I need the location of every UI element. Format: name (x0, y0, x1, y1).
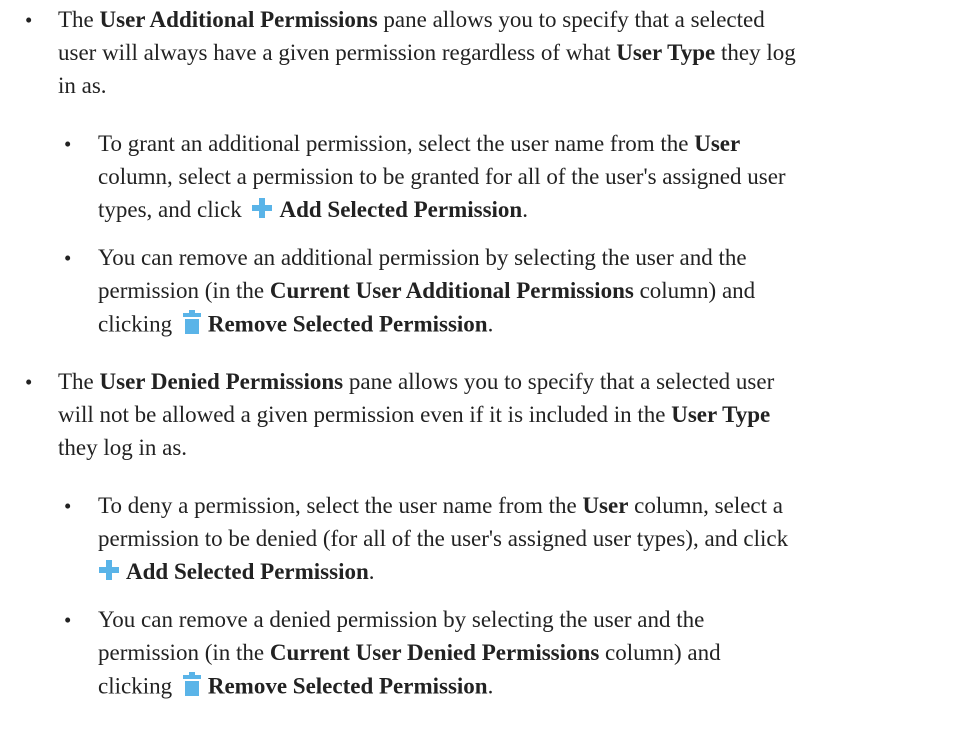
text-line: column, select a permission to be grante… (98, 165, 786, 188)
action-add-selected-permission: Add Selected Permission (126, 559, 369, 584)
text-line: types, and click Add Selected Permission… (98, 197, 528, 225)
text-line: clicking Remove Selected Permission. (98, 672, 494, 702)
text: column, select a (628, 493, 783, 518)
text: user will always have a given permission… (58, 40, 617, 65)
action-add-selected-permission: Add Selected Permission (279, 197, 523, 222)
text: they log (715, 40, 796, 65)
text: in as. (58, 73, 107, 98)
plus-icon (251, 197, 273, 223)
text: clicking (98, 673, 178, 699)
term-user: User (694, 131, 741, 156)
bullet: • (64, 246, 72, 270)
term-user-denied-permissions: User Denied Permissions (99, 369, 344, 394)
term-user-additional-permissions: User Additional Permissions (99, 7, 378, 32)
text: . (368, 559, 375, 584)
text: column, select a permission to be grante… (98, 164, 786, 189)
text-line: will not be allowed a given permission e… (58, 403, 770, 426)
bullet: • (64, 608, 72, 632)
text-line: they log in as. (58, 436, 187, 459)
term-current-user-denied-permissions: Current User Denied Permissions (269, 640, 600, 665)
term-current-user-additional-permissions: Current User Additional Permissions (269, 278, 634, 303)
text: You can remove an additional permission … (98, 245, 747, 270)
text: types, and click (98, 197, 248, 222)
text-line: To deny a permission, select the user na… (98, 494, 783, 517)
text-line: in as. (58, 74, 107, 97)
text: will not be allowed a given permission e… (58, 402, 672, 427)
text: permission (in the (98, 640, 270, 665)
text: To deny a permission, select the user na… (98, 493, 583, 518)
text-line: Add Selected Permission. (98, 559, 375, 587)
bullet: • (64, 132, 72, 156)
action-remove-selected-permission: Remove Selected Permission (207, 673, 488, 699)
text-line: To grant an additional permission, selec… (98, 132, 740, 155)
text: . (522, 197, 528, 222)
plus-icon (98, 559, 120, 585)
text-line: user will always have a given permission… (58, 41, 796, 64)
text-line: You can remove an additional permission … (98, 246, 747, 269)
text-line: permission to be denied (for all of the … (98, 527, 788, 550)
text: pane allows you to specify that a select… (343, 369, 775, 394)
bullet: • (25, 370, 33, 394)
text: . (487, 311, 494, 337)
text-line: You can remove a denied permission by se… (98, 608, 704, 631)
document: • The User Additional Permissions pane a… (0, 0, 979, 734)
text-line: The User Denied Permissions pane allows … (58, 370, 774, 393)
text: pane allows you to specify that a select… (377, 7, 765, 32)
text: column) and (599, 640, 721, 665)
text-line: clicking Remove Selected Permission. (98, 310, 494, 340)
text: The (58, 7, 100, 32)
text: permission (in the (98, 278, 270, 303)
bullet: • (25, 8, 33, 32)
text-line: permission (in the Current User Denied P… (98, 641, 721, 664)
action-remove-selected-permission: Remove Selected Permission (207, 311, 488, 337)
bullet: • (64, 494, 72, 518)
text: The (58, 369, 100, 394)
trash-icon (182, 672, 202, 700)
text-line: The User Additional Permissions pane all… (58, 8, 765, 31)
text: To grant an additional permission, selec… (98, 131, 695, 156)
term-user-type: User Type (671, 402, 771, 427)
text: . (487, 673, 494, 699)
term-user: User (582, 493, 629, 518)
text: permission to be denied (for all of the … (98, 526, 789, 551)
text: You can remove a denied permission by se… (98, 607, 705, 632)
text: clicking (98, 311, 178, 337)
term-user-type: User Type (616, 40, 716, 65)
trash-icon (182, 310, 202, 338)
text-line: permission (in the Current User Addition… (98, 279, 755, 302)
text: they log in as. (58, 435, 188, 460)
text: column) and (633, 278, 756, 303)
